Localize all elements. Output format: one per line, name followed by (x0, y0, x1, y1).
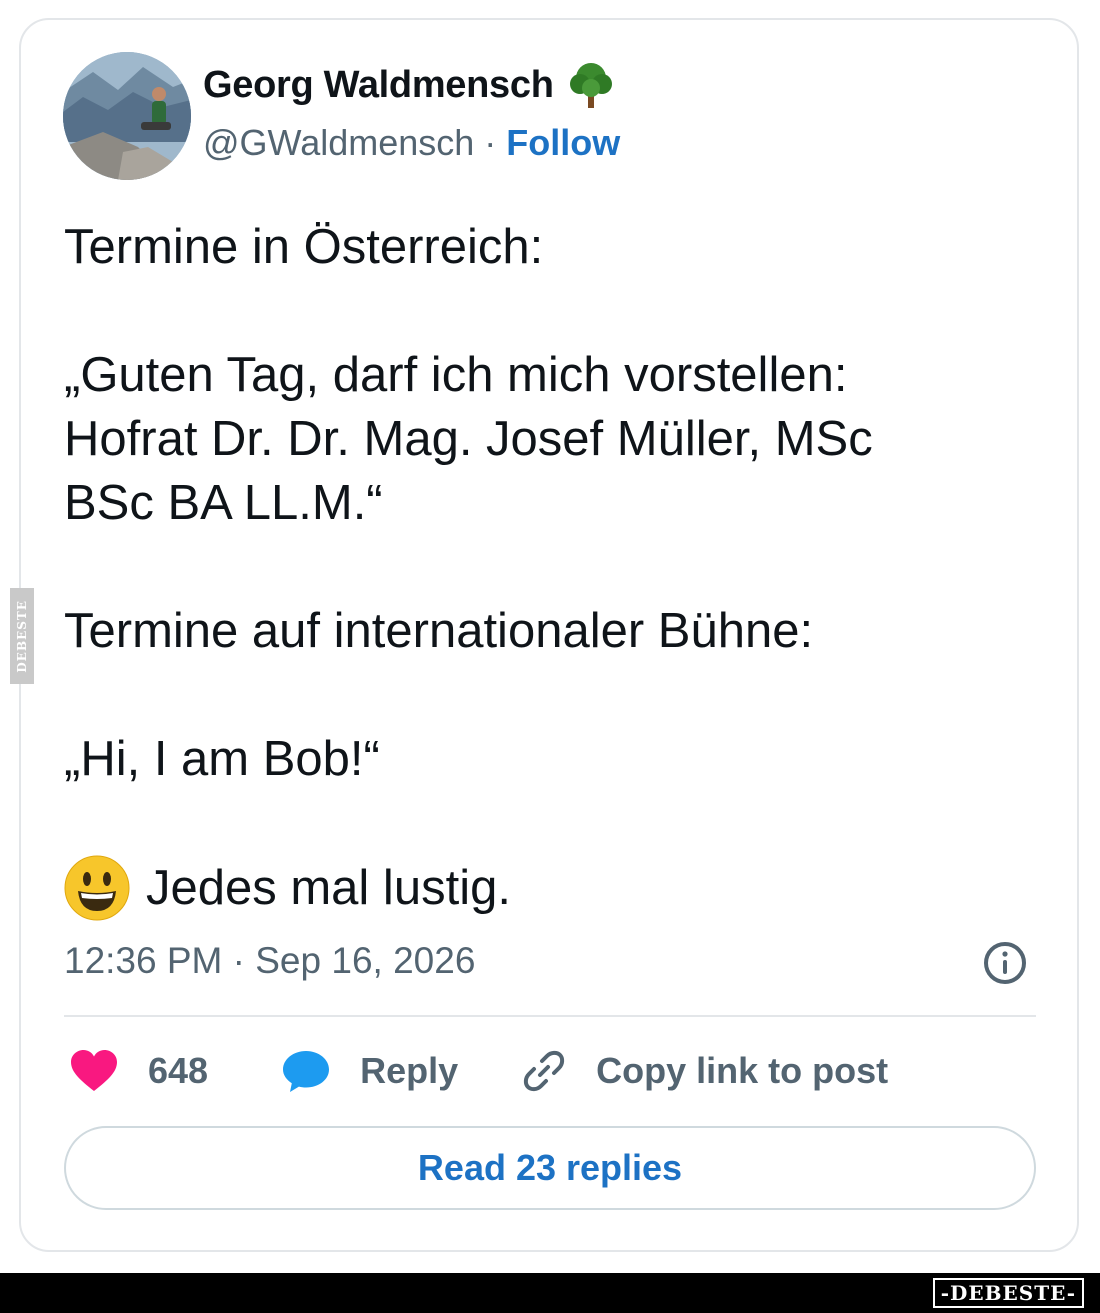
tweet-line: Hofrat Dr. Dr. Mag. Josef Müller, MSc (64, 412, 873, 466)
deciduous-tree-icon (568, 60, 614, 110)
reply-bubble-icon (282, 1049, 330, 1093)
brand-logo: -DEBESTE- (932, 1278, 1084, 1308)
tweet-line: Termine in Österreich: (64, 220, 544, 274)
like-button[interactable]: 648 (70, 1049, 208, 1093)
read-replies-button[interactable]: Read 23 replies (64, 1126, 1036, 1210)
tweet-line: Termine auf internationaler Bühne: (64, 604, 814, 658)
copy-link-button[interactable]: Copy link to post (520, 1047, 888, 1095)
info-icon[interactable] (982, 940, 1028, 986)
timestamp[interactable]: 12:36 PM · Sep 16, 2026 (64, 940, 475, 982)
link-icon (520, 1047, 568, 1095)
tweet-line: „Hi, I am Bob!“ (64, 732, 380, 786)
divider (64, 1015, 1036, 1017)
avatar[interactable] (63, 52, 191, 180)
heart-icon (70, 1049, 118, 1093)
tweet-text: Termine in Österreich: „Guten Tag, darf … (64, 215, 1054, 921)
tweet-line: BSc BA LL.M.“ (64, 476, 383, 530)
side-watermark-text: DEBESTE (15, 599, 29, 673)
separator-dot: · (484, 122, 497, 163)
side-watermark: DEBESTE (10, 588, 34, 684)
smiley-icon (64, 855, 130, 921)
follow-button[interactable]: Follow (506, 122, 620, 164)
copy-link-label: Copy link to post (596, 1050, 889, 1091)
tweet-line: „Guten Tag, darf ich mich vorstellen: (64, 348, 848, 402)
tweet-line: Jedes mal lustig. (146, 861, 511, 915)
likes-count: 648 (148, 1050, 209, 1091)
author-name[interactable]: Georg Waldmensch (203, 64, 554, 107)
reply-label: Reply (360, 1050, 459, 1091)
reply-button[interactable]: Reply (282, 1049, 458, 1093)
author-handle[interactable]: @GWaldmensch (203, 122, 474, 164)
bottom-bar: -DEBESTE- (0, 1273, 1100, 1313)
